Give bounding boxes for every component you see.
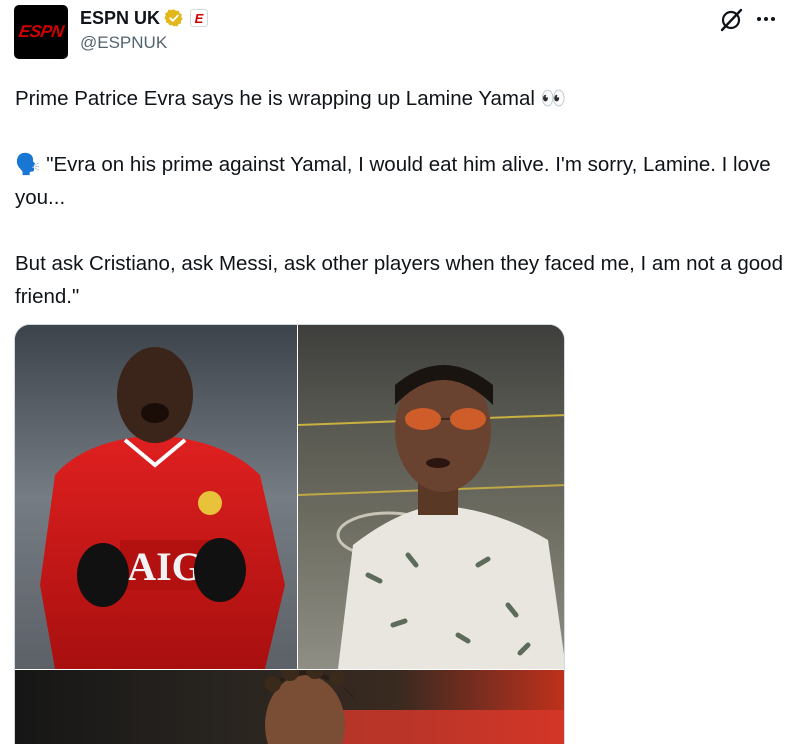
affiliate-badge[interactable]: E	[190, 9, 209, 27]
tweet: ESPN ESPN UK E @ESPNUK Prime Patrice Evr…	[0, 0, 799, 744]
more-dot	[771, 17, 775, 21]
photo-evra-playing[interactable]: AIG	[15, 325, 297, 669]
grok-icon[interactable]	[718, 7, 744, 33]
verified-badge-icon	[164, 9, 183, 27]
more-dot	[764, 17, 768, 21]
evra-interview-illustration	[297, 365, 564, 669]
svg-text:AIG: AIG	[127, 544, 203, 589]
evra-playing-illustration: AIG	[15, 325, 297, 669]
yamal-illustration	[260, 661, 564, 744]
more-dot	[757, 17, 761, 21]
photo-evra-interview[interactable]	[297, 325, 564, 669]
more-options-icon[interactable]	[754, 8, 778, 30]
author-name-row: ESPN UK E	[80, 6, 209, 30]
display-name[interactable]: ESPN UK	[80, 8, 160, 29]
photo-yamal[interactable]	[15, 661, 564, 744]
avatar[interactable]: ESPN	[14, 5, 68, 59]
tweet-text: Prime Patrice Evra says he is wrapping u…	[15, 87, 783, 308]
espn-logo: ESPN	[17, 22, 65, 41]
handle[interactable]: @ESPNUK	[80, 33, 167, 53]
tweet-media[interactable]: AIG	[14, 324, 565, 744]
